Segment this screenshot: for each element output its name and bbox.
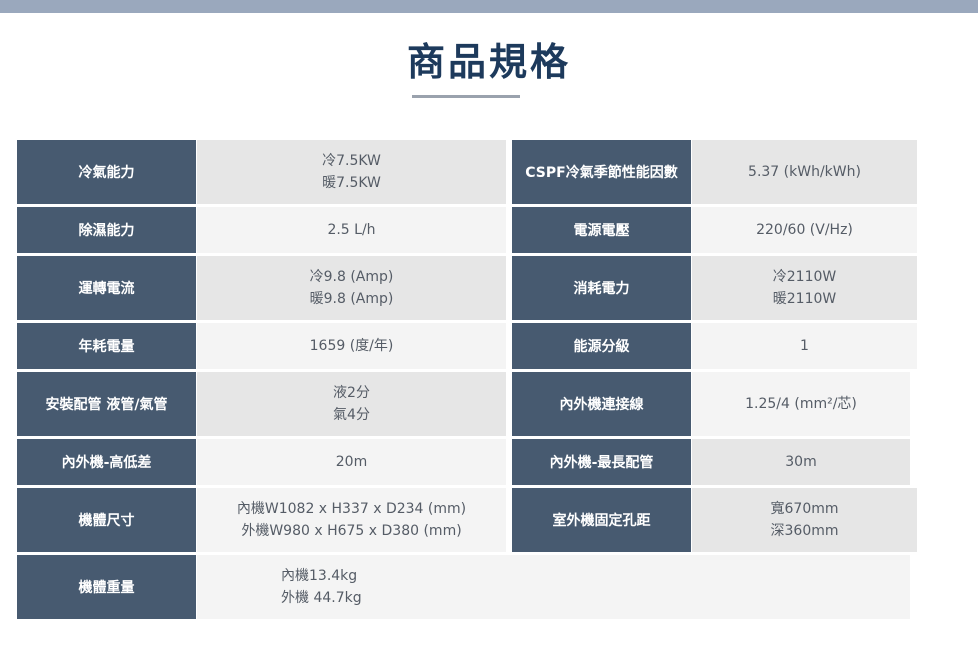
value-line: 2.5 L/h — [327, 222, 376, 238]
value-line: 暖9.8 (Amp) — [309, 291, 394, 307]
spec-value: 冷2110W 暖2110W — [692, 256, 917, 320]
spec-label: 運轉電流 — [17, 256, 196, 320]
spec-value: 冷7.5KW 暖7.5KW — [197, 140, 506, 204]
spec-value: 液2分 氣4分 — [197, 372, 506, 436]
spec-value: 220/60 (V/Hz) — [692, 207, 917, 253]
value-line: 內機13.4kg — [281, 568, 358, 584]
spec-label: 能源分級 — [512, 323, 691, 369]
spec-value: 1.25/4 (mm²/芯) — [692, 372, 910, 436]
value-line: 1 — [800, 338, 809, 354]
title-underline — [412, 95, 520, 98]
spec-label: 除濕能力 — [17, 207, 196, 253]
value-line: 外機 44.7kg — [281, 590, 362, 606]
spec-row: 年耗電量 1659 (度/年) 能源分級 1 — [17, 323, 917, 369]
spec-row: 冷氣能力 冷7.5KW 暖7.5KW CSPF冷氣季節性能因數 5.37 (kW… — [17, 140, 917, 204]
value-line: 內機W1082 x H337 x D234 (mm) — [236, 501, 467, 517]
spec-label: 機體尺寸 — [17, 488, 196, 552]
value-line: 30m — [785, 454, 817, 470]
spec-label: CSPF冷氣季節性能因數 — [512, 140, 691, 204]
value-line: 冷9.8 (Amp) — [309, 269, 394, 285]
value-line: 1.25/4 (mm²/芯) — [745, 396, 857, 412]
value-line: 20m — [335, 454, 368, 470]
spec-value: 1 — [692, 323, 917, 369]
spec-value: 5.37 (kWh/kWh) — [692, 140, 917, 204]
spec-row: 機體重量 內機13.4kg 外機 44.7kg — [17, 555, 917, 619]
page-title: 商品規格 — [406, 40, 571, 84]
spec-value: 內機13.4kg 外機 44.7kg — [197, 555, 910, 619]
spec-label: 消耗電力 — [512, 256, 691, 320]
value-line: 5.37 (kWh/kWh) — [748, 164, 861, 180]
spec-value: 內機W1082 x H337 x D234 (mm) 外機W980 x H675… — [197, 488, 506, 552]
value-line: 液2分 — [333, 385, 370, 401]
spec-value: 30m — [692, 439, 910, 485]
spec-label: 室外機固定孔距 — [512, 488, 691, 552]
value-line: 暖7.5KW — [322, 175, 381, 191]
value-line: 深360mm — [770, 523, 839, 539]
spec-row: 除濕能力 2.5 L/h 電源電壓 220/60 (V/Hz) — [17, 207, 917, 253]
spec-row: 內外機-高低差 20m 內外機-最長配管 30m — [17, 439, 917, 485]
spec-value: 20m — [197, 439, 506, 485]
value-line: 外機W980 x H675 x D380 (mm) — [241, 523, 462, 539]
spec-value: 冷9.8 (Amp) 暖9.8 (Amp) — [197, 256, 506, 320]
value-line: 寬670mm — [770, 501, 839, 517]
spec-value: 2.5 L/h — [197, 207, 506, 253]
spec-value: 寬670mm 深360mm — [692, 488, 917, 552]
spec-label: 電源電壓 — [512, 207, 691, 253]
spec-label: 冷氣能力 — [17, 140, 196, 204]
spec-label: 內外機-最長配管 — [512, 439, 691, 485]
spec-label: 年耗電量 — [17, 323, 196, 369]
spec-value: 1659 (度/年) — [197, 323, 506, 369]
value-line: 冷2110W — [772, 269, 837, 285]
top-accent-bar — [0, 0, 978, 13]
spec-label: 安裝配管 液管/氣管 — [17, 372, 196, 436]
spec-label: 內外機-高低差 — [17, 439, 196, 485]
spec-row: 機體尺寸 內機W1082 x H337 x D234 (mm) 外機W980 x… — [17, 488, 917, 552]
value-line: 冷7.5KW — [322, 153, 381, 169]
spec-label: 內外機連接線 — [512, 372, 691, 436]
value-line: 1659 (度/年) — [309, 338, 394, 354]
value-line: 220/60 (V/Hz) — [756, 222, 853, 238]
spec-row: 運轉電流 冷9.8 (Amp) 暖9.8 (Amp) 消耗電力 冷2110W 暖… — [17, 256, 917, 320]
value-line: 氣4分 — [333, 407, 370, 423]
value-line: 暖2110W — [772, 291, 837, 307]
spec-label: 機體重量 — [17, 555, 196, 619]
spec-row: 安裝配管 液管/氣管 液2分 氣4分 內外機連接線 1.25/4 (mm²/芯) — [17, 372, 917, 436]
